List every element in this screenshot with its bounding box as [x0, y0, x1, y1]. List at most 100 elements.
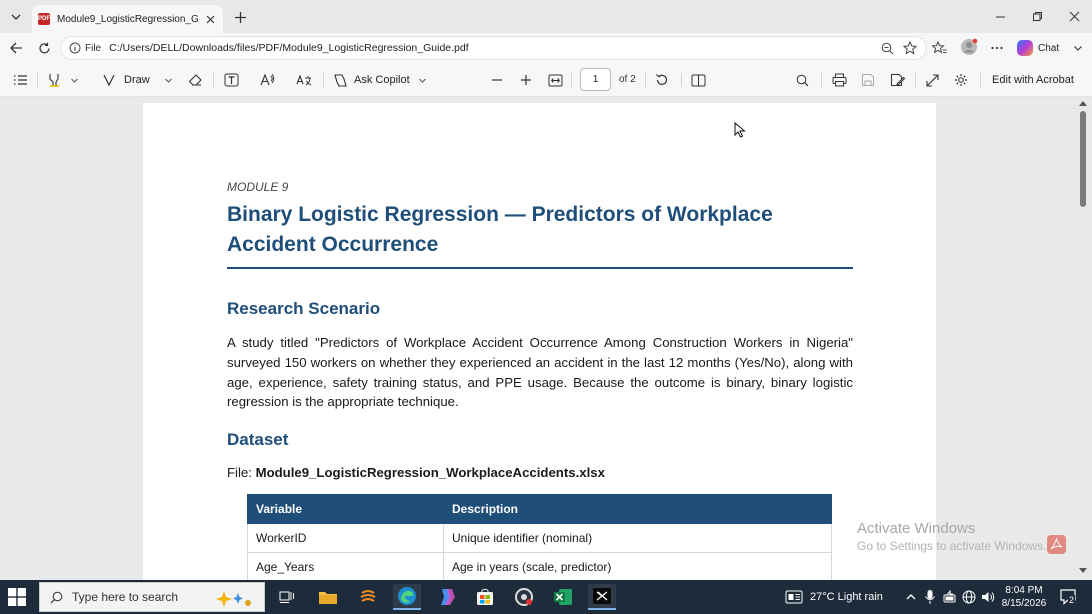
scroll-up-icon — [1079, 101, 1087, 106]
url-text: C:/Users/DELL/Downloads/files/PDF/Module… — [109, 42, 469, 54]
favorites-icon — [931, 41, 946, 54]
table-header-cell: Variable — [247, 494, 444, 524]
circle-app-icon — [515, 588, 533, 606]
print-button[interactable] — [832, 72, 847, 88]
acrobat-icon[interactable] — [1047, 535, 1066, 554]
vertical-scrollbar[interactable] — [1076, 97, 1090, 580]
microphone-tray[interactable] — [924, 580, 936, 614]
zoom-out-button[interactable] — [491, 72, 503, 88]
table-header-cell: Description — [443, 494, 832, 524]
page-view-button[interactable] — [691, 72, 706, 88]
minimize-icon — [995, 16, 1005, 17]
browser-tab-active[interactable]: PDF Module9_LogisticRegression_Guide.pdf — [32, 5, 223, 33]
pdf-settings-button[interactable] — [954, 72, 968, 88]
app-orange[interactable] — [354, 584, 382, 610]
more-horizontal-icon — [991, 46, 1003, 50]
show-hidden-icons-button[interactable] — [905, 580, 917, 614]
settings-more-button[interactable] — [989, 40, 1005, 56]
table-cell: Age_Years — [247, 552, 444, 580]
draw-button[interactable]: Draw — [102, 72, 173, 88]
battery-tray[interactable] — [943, 580, 957, 614]
sparkle-icon — [216, 591, 251, 607]
clock-time: 8:04 PM — [1005, 585, 1043, 596]
windows-taskbar: Type here to search 27°C Light rain 8:04… — [0, 580, 1092, 614]
pdf-page: MODULE 9 Binary Logistic Regression — Pr… — [143, 103, 936, 580]
file-prefix: File: — [227, 465, 256, 480]
acrobat-logo-icon — [1050, 538, 1063, 550]
taskbar-search-box[interactable]: Type here to search — [39, 582, 265, 612]
new-tab-button[interactable] — [230, 7, 250, 27]
windows-start-icon[interactable] — [8, 588, 26, 606]
chevron-down-icon — [1074, 46, 1083, 51]
read-aloud-button[interactable] — [260, 72, 275, 88]
highlight-button[interactable] — [47, 72, 79, 88]
edit-with-acrobat-label: Edit with Acrobat — [992, 74, 1074, 86]
chevron-up-icon — [906, 594, 916, 600]
gear-icon — [955, 74, 967, 86]
microsoft-store-app[interactable] — [471, 584, 499, 610]
pdf-viewer[interactable]: MODULE 9 Binary Logistic Regression — Pr… — [0, 97, 1092, 580]
address-bar[interactable]: File C:/Users/DELL/Downloads/files/PDF/M… — [60, 36, 927, 60]
tab-bar: PDF Module9_LogisticRegression_Guide.pdf — [0, 0, 1092, 33]
page-number-input[interactable]: 1 — [580, 68, 611, 91]
scrollbar-thumb[interactable] — [1080, 111, 1086, 207]
weather-widget[interactable]: 27°C Light rain — [785, 580, 883, 614]
store-icon — [477, 588, 493, 605]
table-row: WorkerID Unique identifier (nominal) — [247, 523, 832, 553]
tab-list-button[interactable] — [5, 6, 27, 28]
favorite-button[interactable] — [902, 40, 918, 56]
speaker-icon — [982, 592, 995, 602]
pen-icon — [103, 74, 115, 87]
copilot-app[interactable] — [432, 584, 460, 610]
address-bar-row: File C:/Users/DELL/Downloads/files/PDF/M… — [0, 33, 1092, 63]
network-tray[interactable] — [962, 580, 976, 614]
mouse-cursor-icon — [734, 122, 746, 138]
add-text-button[interactable] — [224, 72, 239, 88]
tab-close-button[interactable] — [203, 12, 217, 26]
page-total-label: of 2 — [619, 74, 636, 85]
contents-button[interactable] — [13, 72, 28, 88]
system-clock[interactable]: 8:04 PM 8/15/2026 — [997, 584, 1051, 610]
scroll-down-icon — [1079, 568, 1087, 573]
terminal-icon — [593, 588, 611, 604]
restore-icon — [1032, 11, 1042, 21]
find-button[interactable] — [796, 72, 809, 88]
file-explorer-app[interactable] — [314, 584, 342, 610]
eraser-icon — [188, 74, 202, 86]
favorites-button[interactable] — [931, 40, 947, 56]
app-chrome-like[interactable] — [510, 584, 538, 610]
module-label: MODULE 9 — [227, 180, 289, 194]
close-window-button[interactable] — [1063, 6, 1085, 26]
excel-app[interactable] — [549, 584, 577, 610]
copilot-chat-button[interactable]: Chat — [1017, 39, 1083, 57]
search-icon — [50, 591, 63, 603]
fullscreen-button[interactable] — [926, 72, 939, 88]
avatar-icon — [961, 38, 978, 55]
save-as-button[interactable] — [890, 72, 905, 88]
chevron-down-icon — [164, 78, 172, 83]
back-button[interactable] — [6, 38, 26, 58]
task-view-button[interactable] — [273, 584, 301, 610]
fit-width-button[interactable] — [548, 72, 563, 88]
edge-browser-app[interactable] — [393, 584, 421, 610]
volume-tray[interactable] — [981, 580, 995, 614]
refresh-button[interactable] — [34, 38, 54, 58]
erase-button[interactable] — [188, 72, 203, 88]
edge-icon — [398, 587, 416, 605]
restore-button[interactable] — [1026, 6, 1048, 26]
variable-table: Variable Description WorkerID Unique ide… — [247, 494, 832, 580]
terminal-app[interactable] — [588, 584, 616, 610]
edit-with-acrobat-button[interactable]: Edit with Acrobat — [992, 72, 1074, 88]
file-scheme-label: File — [85, 42, 102, 54]
title-divider — [227, 267, 853, 269]
ask-copilot-button[interactable]: Ask Copilot — [333, 72, 427, 88]
profile-button[interactable] — [959, 38, 979, 55]
zoom-in-button[interactable] — [520, 72, 532, 88]
refresh-icon — [38, 42, 50, 53]
minimize-button[interactable] — [989, 6, 1011, 26]
notification-center-button[interactable]: 2 — [1059, 588, 1077, 606]
tab-title: Module9_LogisticRegression_Guide.pdf — [57, 13, 199, 25]
translate-button[interactable] — [296, 72, 312, 88]
rotate-button[interactable] — [655, 72, 669, 88]
zoom-button[interactable] — [879, 40, 895, 56]
